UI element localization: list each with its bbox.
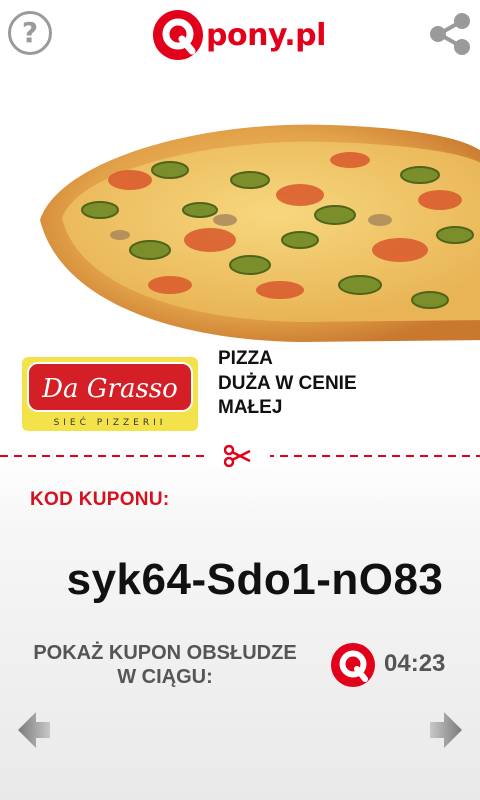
offer-line: DUŻA W CENIE [218,372,357,394]
previous-arrow-icon[interactable] [16,710,52,750]
scissors-icon [224,445,251,467]
offer-line: PIZZA [218,348,273,369]
next-arrow-icon[interactable] [428,710,464,750]
brand-tagline: SIEĆ PIZZERII [54,416,167,428]
logo-text: pony.pl [206,17,326,53]
share-icon[interactable] [426,10,474,58]
da-grasso-logo: Da Grasso SIEĆ PIZZERII [22,357,198,431]
app-header: ? pony.pl [0,0,480,70]
show-coupon-instruction: POKAŻ KUPON OBSŁUDZE W CIĄGU: [33,642,297,688]
offer-line: MAŁEJ [218,397,283,418]
offer-row: Da Grasso SIEĆ PIZZERII PIZZA DUŻA W CEN… [0,345,480,445]
qpony-q-icon [153,10,203,60]
offer-description: PIZZA DUŻA W CENIE MAŁEJ [218,347,357,421]
countdown-timer: 04:23 [384,650,446,677]
coupon-panel: KOD KUPONU: syk64-Sdo1-nO83 POKAŻ KUPON … [0,445,480,800]
help-button[interactable]: ? [8,11,52,55]
pizza-image [40,124,480,342]
help-icon: ? [21,16,39,49]
brand-name: Da Grasso [41,374,178,404]
qpony-logo: pony.pl [152,8,326,62]
coupon-code-label: KOD KUPONU: [30,489,170,510]
coupon-code: syk64-Sdo1-nO83 [66,555,444,604]
timer-q-icon [331,643,375,687]
